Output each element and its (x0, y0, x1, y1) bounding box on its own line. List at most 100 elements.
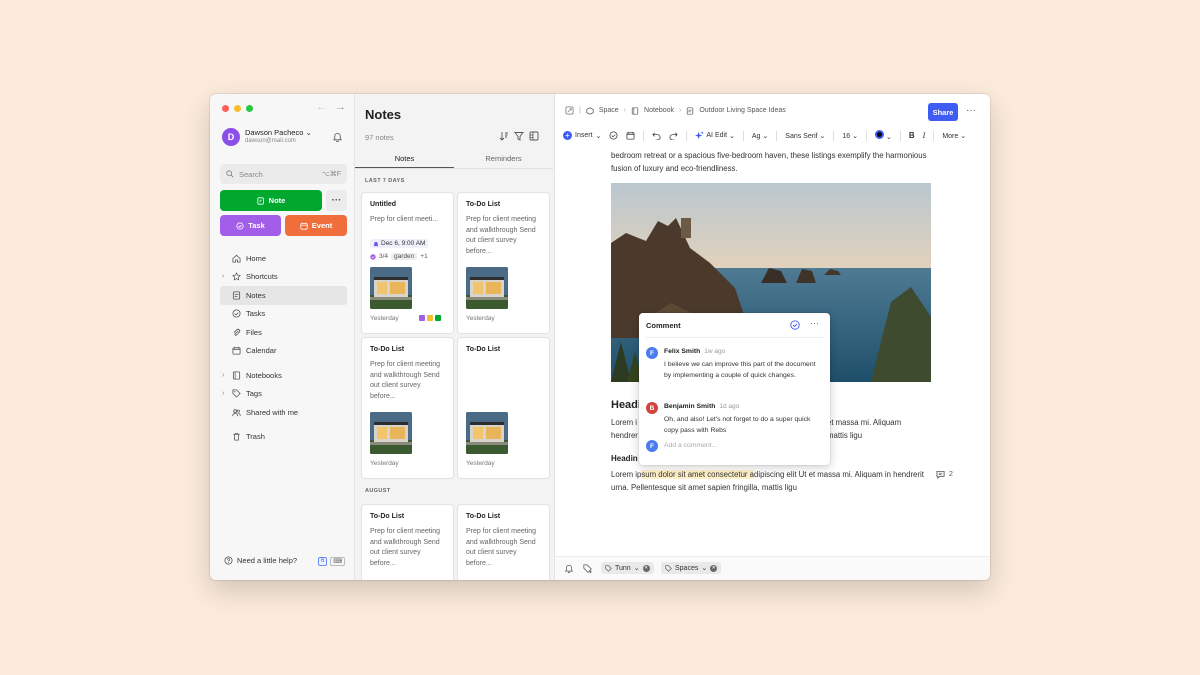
sidebar-item-tasks[interactable]: Tasks (220, 305, 347, 324)
avatar: F (646, 440, 658, 452)
tab-reminders[interactable]: Reminders (454, 149, 553, 168)
remove-tag-icon[interactable]: ✕ (710, 564, 718, 572)
ai-edit-button[interactable]: AI Edit ⌄ (695, 131, 735, 140)
font-family-dropdown[interactable]: Sans Serif ⌄ (785, 132, 825, 140)
font-size-dropdown[interactable]: 16 ⌄ (842, 132, 858, 140)
new-note-label: Note (268, 196, 286, 205)
note-card-title: Untitled (370, 201, 397, 208)
more-create-button[interactable]: ··· (326, 190, 347, 211)
breadcrumb-note[interactable]: Outdoor Living Space Ideas (699, 107, 785, 114)
add-tag-icon[interactable] (583, 564, 593, 574)
minimize-window-button[interactable] (234, 105, 241, 112)
resolve-check-icon[interactable] (790, 320, 800, 330)
maximize-window-button[interactable] (246, 105, 253, 112)
commented-highlight[interactable]: sum dolor sit amet consectetur a (641, 470, 755, 479)
chevron-down-icon: ⌄ (852, 132, 859, 140)
tag-chip[interactable]: garden (391, 253, 418, 260)
section-label-august: AUGUST (365, 488, 391, 494)
new-task-button[interactable]: Task (220, 215, 281, 236)
sidebar-item-files[interactable]: Files (220, 323, 347, 342)
sidebar-nav: Home › Shortcuts Notes Tasks Files Calen… (220, 249, 347, 446)
account-switcher[interactable]: D Dawson Pacheco ⌄ dawson@mail.com (222, 128, 312, 146)
document-body[interactable]: bedroom retreat or a spacious five-bedro… (611, 150, 931, 176)
bold-button[interactable]: B (909, 131, 915, 140)
more-tags-count: +1 (420, 253, 428, 260)
paragraph-continued: et massa mi. Aliquam mattis ligu (827, 418, 902, 441)
sidebar-item-notes[interactable]: Notes (220, 286, 347, 305)
sidebar: ← → D Dawson Pacheco ⌄ dawson@mail.com S… (210, 94, 355, 580)
sidebar-item-home[interactable]: Home (220, 249, 347, 268)
sidebar-item-shared[interactable]: Shared with me (220, 403, 347, 422)
sidebar-item-trash[interactable]: Trash (220, 428, 347, 447)
house-thumbnail (370, 412, 412, 454)
reminder-bell-icon[interactable] (564, 564, 574, 574)
search-icon (226, 170, 234, 178)
sidebar-item-shortcuts[interactable]: › Shortcuts (220, 268, 347, 287)
note-icon (687, 106, 694, 115)
note-card[interactable]: Untitled Prep for client meeti... Dec 6,… (362, 193, 453, 333)
help-label: Need a little help? (237, 556, 298, 565)
comment-count-indicator[interactable]: 2 (936, 470, 953, 479)
checklist-icon[interactable] (609, 131, 618, 140)
expand-icon[interactable] (565, 106, 574, 115)
chevron-right-icon[interactable]: › (222, 372, 224, 379)
calendar-icon[interactable] (626, 131, 635, 140)
breadcrumb-space[interactable]: Space (599, 107, 619, 114)
comment-more-icon[interactable]: ··· (810, 318, 819, 328)
breadcrumb-notebook[interactable]: Notebook (644, 107, 674, 114)
reminder-badge[interactable]: Dec 6, 9:00 AM (370, 239, 429, 248)
more-formatting-button[interactable]: More ⌄ (942, 132, 966, 140)
new-note-button[interactable]: Note (220, 190, 322, 211)
tag-chip[interactable]: Tunn ⌄ ✕ (601, 562, 654, 574)
note-card[interactable]: To-Do List Prep for client meeting and w… (362, 338, 453, 478)
chevron-down-icon: ⌄ (633, 565, 640, 572)
tag-chip[interactable]: Spaces ⌄ ✕ (661, 562, 722, 574)
more-options-icon[interactable]: ··· (966, 105, 976, 116)
paragraph: bedroom retreat or a spacious five-bedro… (611, 151, 927, 173)
close-window-button[interactable] (222, 105, 229, 112)
filter-icon[interactable] (514, 131, 524, 141)
help-link[interactable]: Need a little help? (224, 556, 297, 565)
text-style-dropdown[interactable]: Ag ⌄ (752, 132, 768, 140)
forward-arrow-icon[interactable]: → (335, 101, 346, 113)
sidebar-item-calendar[interactable]: Calendar (220, 342, 347, 361)
chevron-down-icon: ⌄ (305, 128, 312, 138)
back-arrow-icon[interactable]: ← (316, 101, 327, 113)
text-color-picker[interactable]: ⌄ (875, 130, 892, 141)
note-footer: Tunn ⌄ ✕ Spaces ⌄ ✕ (555, 556, 990, 580)
chevron-right-icon[interactable]: › (222, 390, 224, 397)
sort-icon[interactable] (499, 131, 509, 141)
bell-icon[interactable] (332, 132, 343, 143)
view-options-icon[interactable] (529, 131, 539, 141)
people-icon (232, 409, 241, 416)
sidebar-item-label: Notebooks (246, 370, 282, 380)
trash-icon (233, 433, 240, 441)
share-button[interactable]: Share (928, 103, 958, 121)
italic-button[interactable]: I (923, 131, 926, 140)
sidebar-item-tags[interactable]: › Tags (220, 385, 347, 404)
note-card[interactable]: To-Do List Prep for client meeting and w… (458, 193, 549, 333)
note-card[interactable]: To-Do List Prep for client meeting and w… (362, 505, 453, 580)
redo-icon[interactable] (669, 131, 679, 140)
sidebar-item-label: Trash (246, 432, 265, 442)
new-event-button[interactable]: Event (285, 215, 347, 236)
text-style-label: Ag (751, 132, 761, 140)
note-card[interactable]: To-Do List Yesterday (458, 338, 549, 478)
undo-icon[interactable] (652, 131, 661, 140)
sidebar-item-label: Tags (246, 389, 262, 399)
chevron-right-icon[interactable]: › (222, 273, 224, 280)
add-comment-placeholder: Add a comment... (664, 442, 718, 449)
notification-count-badge[interactable]: 6 (318, 557, 328, 566)
sidebar-item-notebooks[interactable]: › Notebooks (220, 366, 347, 385)
insert-button[interactable]: + Insert ⌄ (563, 131, 601, 140)
note-icon (232, 291, 241, 300)
note-card[interactable]: To-Do List Prep for client meeting and w… (458, 505, 549, 580)
comment-count: 2 (949, 471, 953, 478)
section-label-last-7-days: LAST 7 DAYS (365, 178, 405, 184)
note-card-snippet: Prep for client meeting and walkthrough … (466, 216, 537, 255)
tab-notes[interactable]: Notes (355, 149, 454, 168)
remove-tag-icon[interactable]: ✕ (642, 564, 650, 572)
search-input[interactable]: Search ⌥⌘F (220, 164, 347, 184)
keyboard-icon[interactable]: ⌨ (330, 557, 346, 566)
task-progress: 3/4 (379, 253, 389, 260)
